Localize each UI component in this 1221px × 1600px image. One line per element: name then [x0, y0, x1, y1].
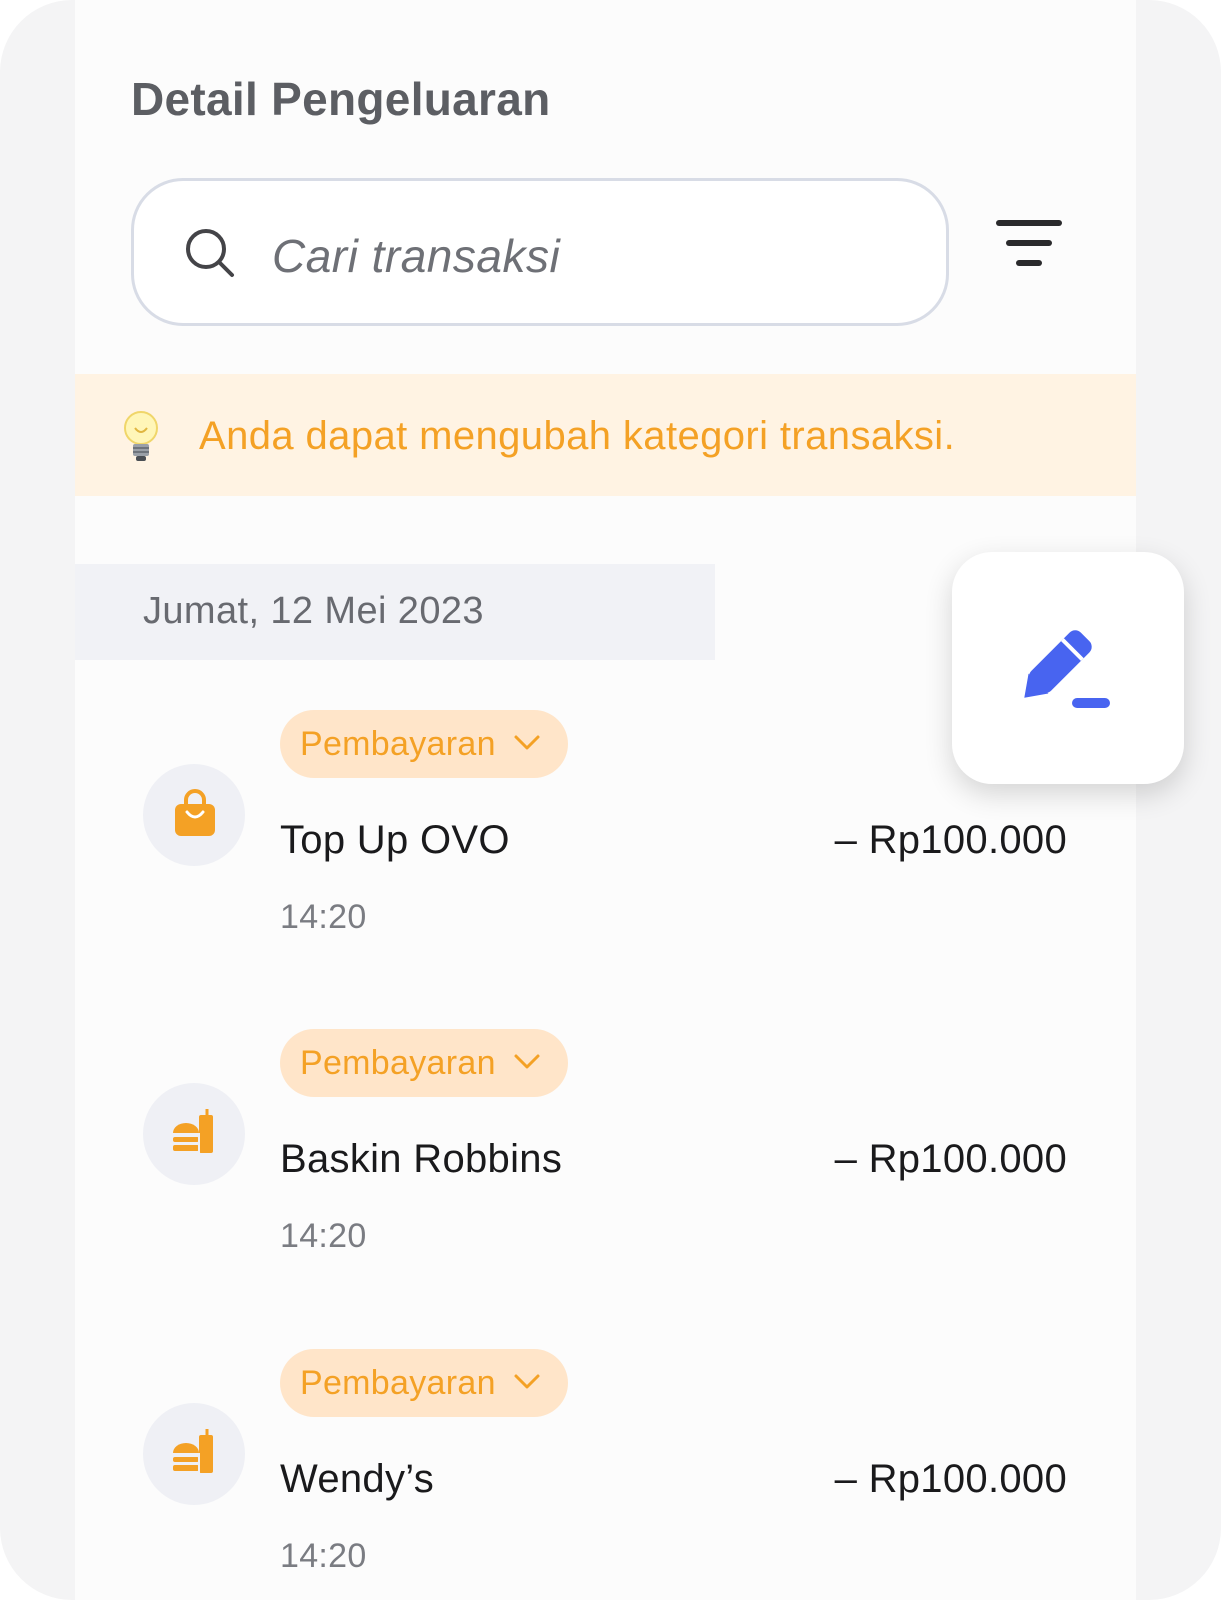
transaction-amount: – Rp100.000	[834, 1137, 1067, 1181]
category-avatar	[143, 764, 245, 866]
search-input[interactable]: Cari transaksi	[131, 178, 949, 326]
category-dropdown[interactable]: Pembayaran	[280, 710, 568, 778]
tip-text: Anda dapat mengubah kategori transaksi.	[199, 414, 956, 458]
category-label: Pembayaran	[300, 1044, 496, 1082]
shopping-bag-icon	[175, 789, 215, 836]
chevron-down-icon	[514, 1054, 540, 1069]
transaction-name: Wendy’s	[280, 1457, 435, 1501]
transaction-name: Top Up OVO	[280, 818, 510, 862]
transaction-row[interactable]: Pembayaran Baskin Robbins – Rp100.000 14…	[0, 1029, 1221, 1289]
category-label: Pembayaran	[300, 1364, 496, 1402]
date-label: Jumat, 12 Mei 2023	[143, 590, 484, 632]
tip-banner: Anda dapat mengubah kategori transaksi.	[75, 374, 1136, 496]
transaction-amount: – Rp100.000	[834, 818, 1067, 862]
category-avatar	[143, 1403, 245, 1505]
category-avatar	[143, 1083, 245, 1185]
fast-food-icon	[173, 1429, 213, 1473]
chevron-down-icon	[514, 1374, 540, 1389]
transaction-time: 14:20	[280, 898, 367, 936]
edit-pencil-icon	[1024, 630, 1110, 708]
transaction-name: Baskin Robbins	[280, 1137, 563, 1181]
page-title: Detail Pengeluaran	[131, 73, 551, 125]
transaction-row[interactable]: Pembayaran Wendy’s – Rp100.000 14:20	[0, 1349, 1221, 1600]
category-dropdown[interactable]: Pembayaran	[280, 1029, 568, 1097]
filter-icon	[996, 220, 1062, 266]
fast-food-icon	[173, 1109, 213, 1153]
chevron-down-icon	[514, 735, 540, 750]
search-placeholder: Cari transaksi	[272, 230, 561, 282]
date-group-header: Jumat, 12 Mei 2023	[75, 564, 715, 660]
edit-category-button[interactable]	[952, 552, 1184, 784]
transaction-amount: – Rp100.000	[834, 1457, 1067, 1501]
category-dropdown[interactable]: Pembayaran	[280, 1349, 568, 1417]
filter-button[interactable]	[995, 215, 1065, 275]
category-label: Pembayaran	[300, 725, 496, 763]
transaction-time: 14:20	[280, 1217, 367, 1255]
lightbulb-icon	[124, 411, 158, 461]
transaction-time: 14:20	[280, 1537, 367, 1575]
search-icon	[186, 229, 234, 277]
